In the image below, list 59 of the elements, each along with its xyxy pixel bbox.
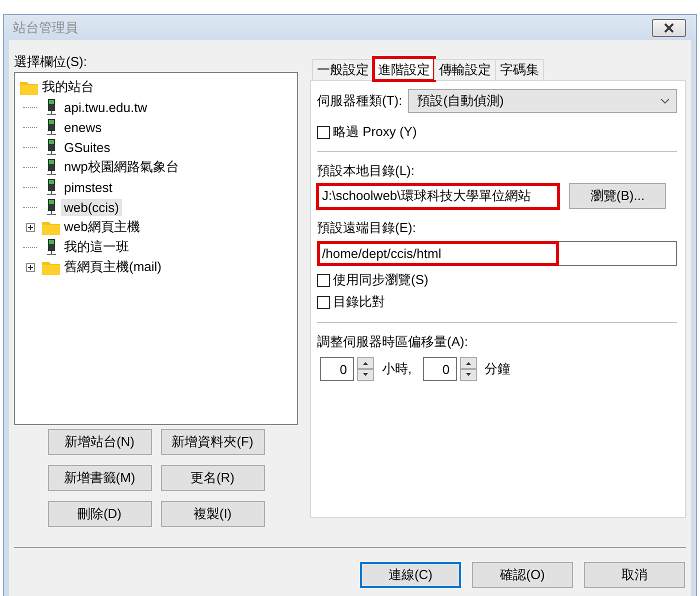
tree-item[interactable]: enews bbox=[61, 118, 105, 136]
server-icon bbox=[46, 98, 56, 116]
tree-item[interactable]: 舊網頁主機(mail) bbox=[61, 257, 164, 277]
number-field[interactable]: 0 bbox=[320, 357, 354, 381]
tab[interactable]: 一般設定 bbox=[312, 59, 374, 80]
tab[interactable]: 進階設定 bbox=[373, 57, 435, 81]
site-action-button[interactable]: 更名(R) bbox=[160, 465, 264, 491]
unit-label: 小時, bbox=[382, 360, 412, 378]
expand-icon[interactable] bbox=[26, 262, 34, 272]
checkbox[interactable] bbox=[317, 296, 330, 308]
tab[interactable]: 傳輸設定 bbox=[434, 59, 496, 80]
server-icon bbox=[46, 158, 56, 176]
folder-icon bbox=[42, 220, 60, 234]
tree-item[interactable]: 我的站台 bbox=[39, 77, 97, 97]
dialog-button[interactable]: 取消 bbox=[584, 562, 685, 588]
checkbox[interactable] bbox=[317, 274, 330, 286]
dialog-button[interactable]: 連線(C) bbox=[360, 562, 461, 588]
tree-item[interactable]: web(ccis) bbox=[61, 198, 122, 216]
browse-button[interactable]: 瀏覽(B)... bbox=[569, 183, 666, 209]
server-type-dropdown[interactable]: 預設(自動偵測) bbox=[408, 88, 677, 112]
site-action-button[interactable]: 複製(I) bbox=[160, 501, 264, 527]
field-label: 預設本地目錄(L): bbox=[317, 162, 416, 180]
tab[interactable]: 字碼集 bbox=[495, 59, 544, 80]
checkbox-label: 略過 Proxy (Y) bbox=[333, 123, 417, 141]
unit-label: 分鐘 bbox=[484, 360, 511, 378]
site-action-button[interactable]: 刪除(D) bbox=[48, 501, 152, 527]
folder-icon bbox=[42, 260, 60, 274]
close-button[interactable] bbox=[652, 18, 686, 36]
site-action-button[interactable]: 新增站台(N) bbox=[48, 429, 152, 455]
input-field[interactable]: J:\schoolweb\環球科技大學單位網站 bbox=[317, 184, 559, 208]
number-field[interactable]: 0 bbox=[422, 357, 457, 381]
chevron-down-icon bbox=[660, 98, 670, 104]
server-icon bbox=[46, 138, 56, 156]
window-title: 站台管理員 bbox=[13, 18, 78, 36]
dialog-button[interactable]: 確認(O) bbox=[472, 562, 573, 588]
server-icon bbox=[46, 118, 56, 136]
tree-item[interactable]: web網頁主機 bbox=[61, 217, 143, 237]
spinner-arrows-icon[interactable] bbox=[460, 357, 477, 381]
site-action-button[interactable]: 新增資料夾(F) bbox=[160, 429, 264, 455]
checkbox-label: 使用同步瀏覽(S) bbox=[333, 271, 428, 289]
server-icon bbox=[46, 198, 56, 216]
field-label: 調整伺服器時區偏移量(A): bbox=[317, 333, 469, 351]
checkbox-label: 目錄比對 bbox=[333, 293, 385, 311]
field-label: 預設遠端目錄(E): bbox=[317, 219, 417, 237]
spinner-arrows-icon[interactable] bbox=[357, 357, 374, 381]
server-icon bbox=[46, 238, 56, 256]
tree-item[interactable]: nwp校園網路氣象台 bbox=[61, 157, 182, 177]
close-icon bbox=[664, 22, 674, 32]
list-label: 選擇欄位(S): bbox=[14, 53, 88, 71]
tree-item[interactable]: api.twu.edu.tw bbox=[61, 98, 150, 116]
tree-item[interactable]: pimstest bbox=[61, 178, 116, 196]
tree-item[interactable]: GSuites bbox=[61, 138, 114, 156]
field-label: 伺服器種類(T): bbox=[317, 92, 402, 110]
site-action-button[interactable]: 新增書籤(M) bbox=[48, 465, 152, 491]
tree-item[interactable]: 我的這一班 bbox=[61, 237, 132, 257]
checkbox[interactable] bbox=[317, 126, 330, 138]
server-icon bbox=[46, 178, 56, 196]
expand-icon[interactable] bbox=[26, 222, 34, 232]
folder-icon bbox=[20, 80, 38, 94]
